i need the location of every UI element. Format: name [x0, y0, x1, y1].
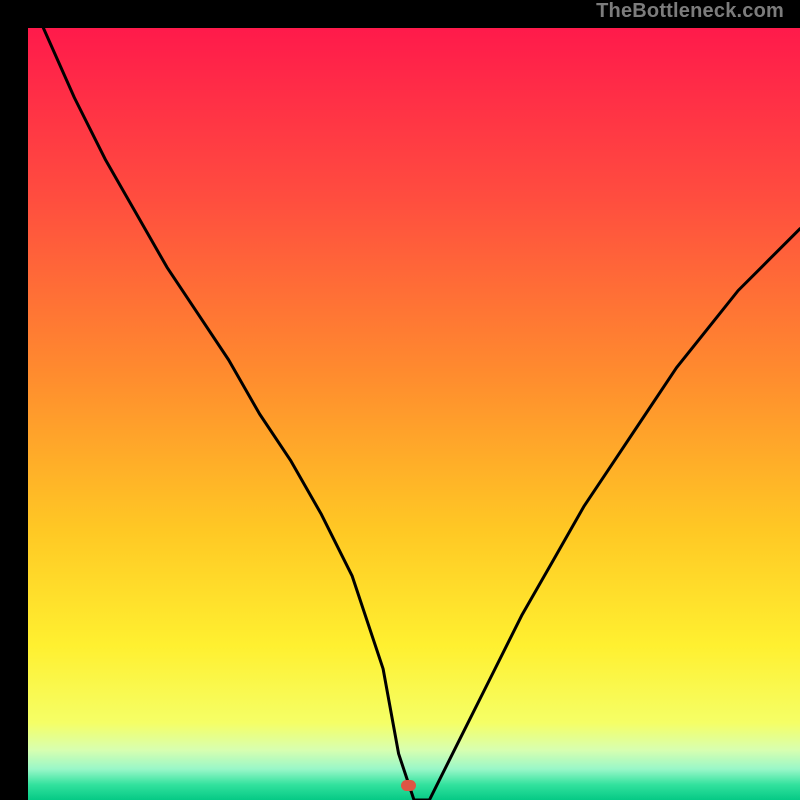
plot-background — [28, 28, 800, 800]
minimum-marker — [401, 780, 416, 791]
chart-svg — [28, 28, 800, 800]
chart-frame — [14, 14, 786, 786]
watermark-text: TheBottleneck.com — [596, 0, 784, 23]
